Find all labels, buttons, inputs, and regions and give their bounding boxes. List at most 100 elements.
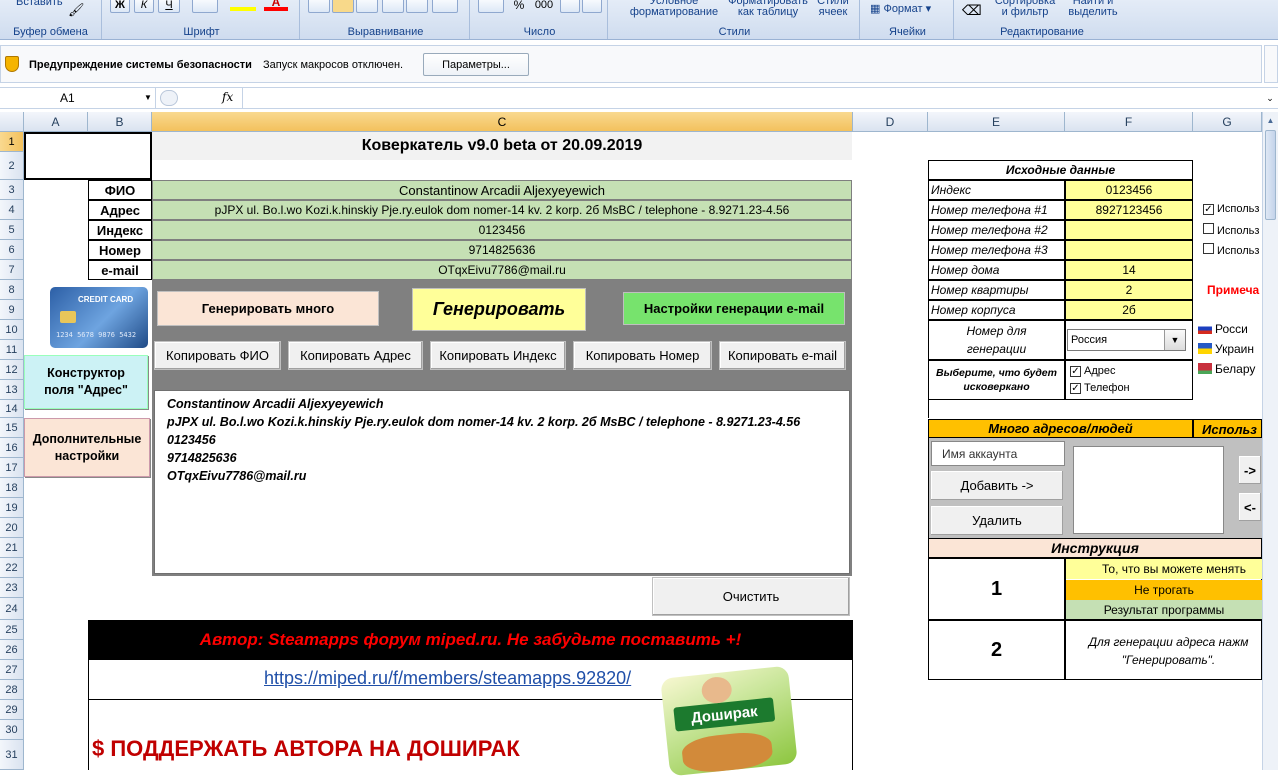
field-value-index[interactable]: 0123456 (152, 220, 852, 240)
bold-button[interactable]: Ж (110, 0, 130, 13)
expand-formula-icon[interactable]: ⌄ (1263, 89, 1277, 107)
copy-address-button[interactable]: Копировать Адрес (288, 341, 423, 370)
donate-text[interactable]: $ ПОДДЕРЖАТЬ АВТОРА НА ДОШИРАК (92, 736, 520, 762)
find-select-button[interactable]: Найти и выделить (1060, 0, 1126, 18)
move-left-button[interactable]: <- (1238, 492, 1262, 522)
formula-input[interactable] (242, 88, 1262, 108)
row-header[interactable]: 18 (0, 478, 24, 498)
fill-color-icon[interactable] (230, 0, 256, 11)
options-button[interactable]: Параметры... (423, 53, 529, 76)
scroll-thumb[interactable] (1265, 130, 1276, 220)
align-center-icon[interactable] (332, 0, 354, 13)
currency-icon[interactable] (478, 0, 504, 13)
row-header[interactable]: 12 (0, 360, 24, 380)
row-header[interactable]: 1 (0, 132, 24, 152)
copy-index-button[interactable]: Копировать Индекс (430, 341, 566, 370)
row-header[interactable]: 2 (0, 152, 24, 180)
source-value-flat[interactable]: 2 (1065, 280, 1193, 300)
row-header[interactable]: 23 (0, 578, 24, 598)
paste-button[interactable]: Вставить (16, 0, 63, 8)
opt-phone-checkbox[interactable]: ✓ Телефон (1070, 382, 1130, 394)
fx-icon[interactable]: fx (222, 90, 233, 104)
col-header-b[interactable]: B (88, 112, 152, 132)
move-right-button[interactable]: -> (1238, 455, 1262, 485)
use-phone1-checkbox[interactable]: ✓ Использ (1203, 203, 1262, 215)
copy-email-button[interactable]: Копировать e-mail (719, 341, 846, 370)
security-bar-close[interactable] (1264, 45, 1278, 83)
row-header[interactable]: 11 (0, 340, 24, 360)
row-header[interactable]: 15 (0, 418, 24, 438)
selected-cell-a1[interactable] (24, 132, 152, 180)
col-header-g[interactable]: G (1193, 112, 1262, 132)
select-all-corner[interactable] (0, 112, 24, 132)
row-header[interactable]: 16 (0, 438, 24, 458)
cell-styles-button[interactable]: Стили ячеек (808, 0, 858, 18)
align-left-icon[interactable] (308, 0, 330, 13)
name-box-dropdown-icon[interactable]: ▼ (144, 93, 152, 102)
row-header[interactable]: 4 (0, 200, 24, 220)
row-header[interactable]: 31 (0, 740, 24, 770)
extra-settings-button[interactable]: Дополнительные настройки (24, 418, 150, 477)
underline-button[interactable]: Ч (158, 0, 180, 13)
clear-button[interactable]: Очистить (652, 577, 850, 616)
increase-decimal-icon[interactable] (560, 0, 580, 13)
col-header-e[interactable]: E (928, 112, 1065, 132)
doshirak-image[interactable]: Доширак (660, 665, 798, 776)
row-header[interactable]: 22 (0, 558, 24, 578)
italic-button[interactable]: К (134, 0, 154, 13)
format-button[interactable]: ▦ Формат ▾ (870, 4, 931, 15)
generate-many-button[interactable]: Генерировать много (157, 291, 379, 326)
account-name-input[interactable]: Имя аккаунта (931, 441, 1065, 466)
row-header[interactable]: 14 (0, 400, 24, 418)
source-value-house[interactable]: 14 (1065, 260, 1193, 280)
format-as-table-button[interactable]: Форматировать как таблицу (728, 0, 808, 18)
col-header-a[interactable]: A (24, 112, 88, 132)
row-header[interactable]: 19 (0, 498, 24, 518)
conditional-format-button[interactable]: Условное форматирование (616, 0, 732, 18)
add-button[interactable]: Добавить -> (930, 470, 1064, 501)
scroll-up-icon[interactable]: ▲ (1263, 112, 1278, 128)
vertical-scrollbar[interactable]: ▲ (1262, 112, 1278, 770)
decrease-decimal-icon[interactable] (582, 0, 602, 13)
source-value-phone2[interactable] (1065, 220, 1193, 240)
row-header[interactable]: 25 (0, 620, 24, 640)
col-header-f[interactable]: F (1065, 112, 1193, 132)
borders-icon[interactable] (192, 0, 218, 13)
copy-fio-button[interactable]: Копировать ФИО (154, 341, 281, 370)
source-value-phone1[interactable]: 8927123456 (1065, 200, 1193, 220)
row-header[interactable]: 8 (0, 280, 24, 300)
source-value-index[interactable]: 0123456 (1065, 180, 1193, 200)
field-value-address[interactable]: pJPX ul. Bo.l.wo Kozi.k.hinskiy Pje.ry.e… (152, 200, 852, 220)
row-header[interactable]: 7 (0, 260, 24, 280)
row-header[interactable]: 26 (0, 640, 24, 660)
use-phone2-checkbox[interactable]: Использ (1203, 223, 1262, 237)
use-phone3-checkbox[interactable]: Использ (1203, 243, 1262, 257)
indent-decrease-icon[interactable] (382, 0, 404, 13)
thousands-button[interactable]: 000 (530, 0, 558, 13)
opt-address-checkbox[interactable]: ✓ Адрес (1070, 365, 1116, 377)
format-painter-icon[interactable]: 🖌 (68, 2, 85, 17)
name-box[interactable]: A1 (0, 88, 156, 108)
percent-button[interactable]: % (508, 0, 530, 13)
dropdown-arrow-icon[interactable]: ▼ (1164, 330, 1185, 350)
row-header[interactable]: 27 (0, 660, 24, 680)
col-header-c[interactable]: C (152, 112, 853, 132)
col-header-d[interactable]: D (853, 112, 928, 132)
source-value-building[interactable]: 2б (1065, 300, 1193, 320)
generate-button[interactable]: Генерировать (412, 288, 586, 331)
row-header[interactable]: 28 (0, 680, 24, 700)
row-header[interactable]: 13 (0, 380, 24, 400)
row-header[interactable]: 24 (0, 598, 24, 620)
accounts-listbox[interactable] (1073, 446, 1224, 534)
output-textbox[interactable]: Constantinow Arcadii Aljexyeyewich pJPX … (154, 390, 850, 574)
align-right-icon[interactable] (356, 0, 378, 13)
row-header[interactable]: 3 (0, 180, 24, 200)
field-value-number[interactable]: 9714825636 (152, 240, 852, 260)
email-settings-button[interactable]: Настройки генерации e-mail (623, 292, 845, 325)
row-header[interactable]: 30 (0, 720, 24, 740)
row-header[interactable]: 9 (0, 300, 24, 320)
author-link[interactable]: https://miped.ru/f/members/steamapps.928… (264, 668, 631, 689)
copy-number-button[interactable]: Копировать Номер (573, 341, 712, 370)
row-header[interactable]: 21 (0, 538, 24, 558)
indent-increase-icon[interactable] (406, 0, 428, 13)
